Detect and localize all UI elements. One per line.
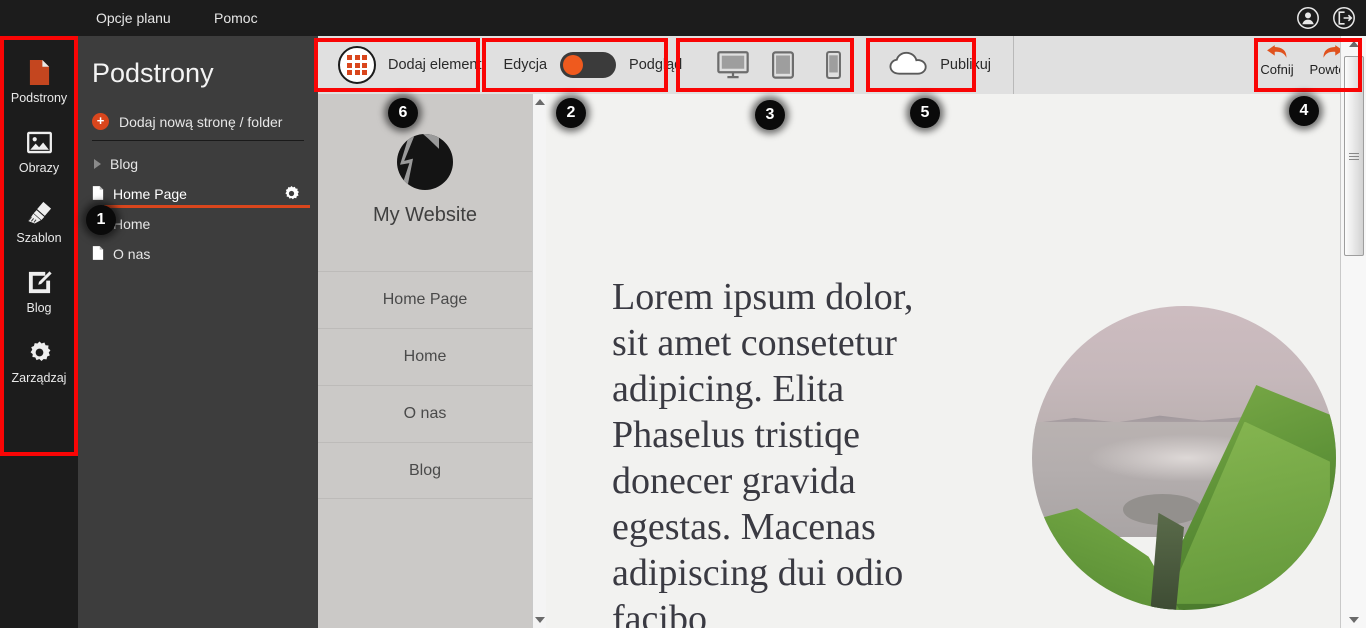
edit-preview-toggle[interactable] xyxy=(560,52,617,78)
mode-edit-label: Edycja xyxy=(503,57,548,73)
callout-badge-6: 6 xyxy=(388,98,418,128)
sidebar-item-obrazy[interactable]: Obrazy xyxy=(0,116,78,186)
callout-badge-4: 4 xyxy=(1289,96,1319,126)
callout-number: 5 xyxy=(920,104,930,121)
site-nav-preview: My Website Home Page Home O nas Blog xyxy=(318,94,532,628)
edit-pencil-icon xyxy=(27,267,52,297)
paintbrush-icon xyxy=(26,197,53,227)
image-icon xyxy=(26,127,52,157)
site-link-blog[interactable]: Blog xyxy=(318,442,532,499)
publish-label: Publikuj xyxy=(940,57,992,73)
sidebar-item-label: Podstrony xyxy=(10,91,68,105)
grid-icon xyxy=(338,46,376,84)
page-file-icon xyxy=(92,185,104,204)
logout-icon[interactable] xyxy=(1332,6,1356,30)
desktop-icon xyxy=(717,51,750,79)
tree-row-blog[interactable]: Blog xyxy=(78,149,318,179)
tree-row-home-page[interactable]: Home Page xyxy=(78,179,318,209)
menu-label: Pomoc xyxy=(214,10,258,26)
device-preview-group xyxy=(708,36,858,94)
page-file-icon xyxy=(92,245,104,264)
tree-row-o-nas[interactable]: O nas xyxy=(78,239,318,269)
plus-icon: + xyxy=(92,113,109,130)
callout-badge-5: 5 xyxy=(910,98,940,128)
callout-number: 2 xyxy=(566,104,576,121)
callout-number: 3 xyxy=(765,106,775,123)
cloud-icon xyxy=(888,50,930,81)
tree-row-label: Home Page xyxy=(113,186,187,202)
tree-row-label: O nas xyxy=(113,246,151,262)
site-link-home[interactable]: Home xyxy=(318,328,532,385)
scrollbar-thumb[interactable] xyxy=(1344,56,1364,256)
site-link-label: O nas xyxy=(403,405,447,422)
add-element-button[interactable]: Dodaj element xyxy=(318,36,482,94)
gear-icon xyxy=(27,337,52,367)
chevron-right-icon[interactable] xyxy=(94,159,101,169)
scroll-down-arrow-icon[interactable] xyxy=(1341,612,1366,628)
tablet-icon xyxy=(772,51,795,79)
tree-row-label: Home xyxy=(113,216,151,232)
sidebar-item-blog[interactable]: Blog xyxy=(0,256,78,326)
menu-item-plan-options[interactable]: Opcje planu xyxy=(96,0,171,36)
publish-button[interactable]: Publikuj xyxy=(888,36,991,94)
page-canvas[interactable]: Lorem ipsum dolor, sit amet consetetur a… xyxy=(546,94,1340,628)
callout-badge-3: 3 xyxy=(755,100,785,130)
page-title: Podstrony xyxy=(92,58,214,88)
site-links: Home Page Home O nas Blog xyxy=(318,271,532,499)
site-link-label: Home Page xyxy=(382,291,468,308)
sidebar-item-zarzadzaj[interactable]: Zarządzaj xyxy=(0,326,78,396)
mode-preview-label: Podgląd xyxy=(629,57,683,73)
sidebar-item-label: Blog xyxy=(26,301,52,315)
add-new-page-label: Dodaj nową stronę / folder xyxy=(119,113,283,130)
divider xyxy=(92,140,304,141)
site-link-label: Home xyxy=(403,348,447,365)
sidebar-item-label: Obrazy xyxy=(18,161,60,175)
page-tree-panel: Podstrony + Dodaj nową stronę / folder B… xyxy=(78,36,318,628)
mode-switch-group: Edycja Podgląd xyxy=(503,36,683,94)
sidebar-item-podstrony[interactable]: Podstrony xyxy=(0,46,78,116)
tree-row-label: Blog xyxy=(110,156,139,172)
grip-icon xyxy=(1349,151,1359,162)
sidebar-item-label: Szablon xyxy=(16,231,62,245)
site-link-home-page[interactable]: Home Page xyxy=(318,271,532,328)
toggle-knob xyxy=(563,55,584,75)
sidebar-item-szablon[interactable]: Szablon xyxy=(0,186,78,256)
sidebar-item-label: Zarządzaj xyxy=(11,371,67,385)
user-account-icon[interactable] xyxy=(1296,6,1320,30)
undo-label: Cofnij xyxy=(1260,62,1294,77)
page-icon xyxy=(28,57,51,87)
scroll-up-arrow-icon[interactable] xyxy=(533,94,546,110)
website-logo xyxy=(397,134,453,190)
scroll-up-arrow-icon[interactable] xyxy=(1341,36,1366,52)
main-scrollbar[interactable] xyxy=(1340,36,1366,628)
undo-button[interactable]: Cofnij xyxy=(1252,42,1302,77)
editor-toolbar: Dodaj element Edycja Podgląd Publikuj xyxy=(318,36,1366,94)
site-link-label: Blog xyxy=(408,461,442,479)
left-nav-rail: Podstrony Obrazy Szablon Blog Zarządzaj xyxy=(0,36,78,628)
add-new-page-button[interactable]: + Dodaj nową stronę / folder xyxy=(78,89,318,130)
callout-number: 1 xyxy=(96,211,106,228)
menu-label: Opcje planu xyxy=(96,10,171,26)
site-link-o-nas[interactable]: O nas xyxy=(318,385,532,442)
tablet-view-button[interactable] xyxy=(758,42,808,88)
top-bar: Opcje planu Pomoc xyxy=(0,0,1366,36)
top-bar-icons xyxy=(1296,0,1356,36)
undo-arrow-icon xyxy=(1267,45,1287,58)
page-settings-gear-icon[interactable] xyxy=(283,185,300,205)
callout-badge-2: 2 xyxy=(556,98,586,128)
coastal-cliffs-photo[interactable] xyxy=(1032,306,1336,610)
callout-number: 6 xyxy=(398,104,408,121)
mobile-view-button[interactable] xyxy=(808,42,858,88)
body-text-block[interactable]: Lorem ipsum dolor, sit amet consetetur a… xyxy=(612,274,942,628)
desktop-view-button[interactable] xyxy=(708,42,758,88)
scroll-down-arrow-icon[interactable] xyxy=(533,612,546,628)
mobile-icon xyxy=(825,51,841,79)
callout-badge-1: 1 xyxy=(86,205,116,235)
add-element-label: Dodaj element xyxy=(388,57,482,73)
canvas-inner-scrollbar[interactable] xyxy=(532,94,546,628)
site-title: My Website xyxy=(372,204,478,226)
menu-item-help[interactable]: Pomoc xyxy=(214,0,258,36)
app-window: Opcje planu Pomoc Podstrony Obrazy Szabl… xyxy=(0,0,1366,628)
callout-number: 4 xyxy=(1299,102,1309,119)
